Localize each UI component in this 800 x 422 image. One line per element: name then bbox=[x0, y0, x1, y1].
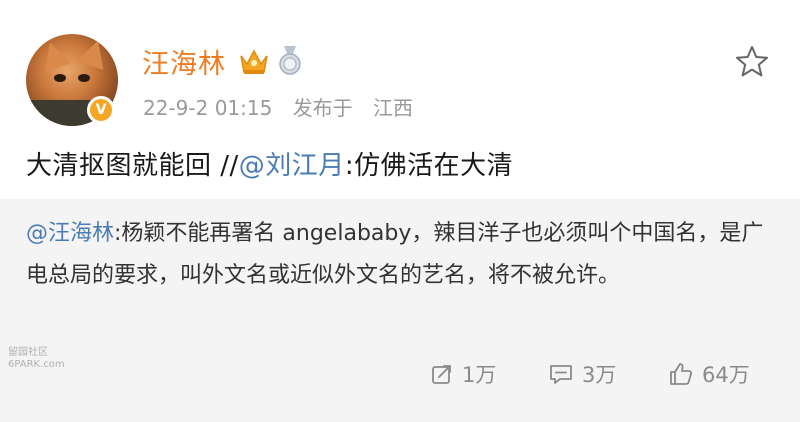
comment-count: 3万 bbox=[582, 363, 617, 387]
like-count: 64万 bbox=[702, 363, 750, 387]
post-mention-link[interactable]: @刘江月 bbox=[239, 151, 345, 181]
watermark-line2: 6PARK.com bbox=[8, 359, 65, 370]
post-location: 江西 bbox=[373, 96, 414, 120]
crown-icon bbox=[240, 49, 268, 74]
repost-icon bbox=[432, 365, 451, 384]
avatar-eye-right bbox=[78, 74, 90, 82]
comment-button[interactable]: 3万 bbox=[548, 359, 616, 389]
quoted-post[interactable]: @汪海林:杨颖不能再署名 angelababy，辣目洋子也必须叫个中国名，是广电… bbox=[0, 199, 800, 422]
post-meta: 22-9-2 01:15 发布于 江西 bbox=[143, 92, 427, 121]
like-button[interactable]: 64万 bbox=[668, 359, 750, 389]
post-text-after: :仿佛活在大清 bbox=[344, 151, 514, 181]
medal-icon bbox=[279, 46, 301, 75]
watermark-line1: 留园社区 bbox=[8, 347, 48, 358]
watermark: 留园社区 6PARK.com bbox=[8, 347, 65, 371]
quoted-mention-link[interactable]: @汪海林 bbox=[26, 221, 114, 246]
published-label: 发布于 bbox=[292, 96, 353, 120]
quoted-post-text: @汪海林:杨颖不能再署名 angelababy，辣目洋子也必须叫个中国名，是广电… bbox=[26, 213, 780, 297]
avatar-ear-right bbox=[76, 36, 112, 70]
avatar-ear-left bbox=[36, 38, 72, 72]
quoted-body: :杨颖不能再署名 angelababy，辣目洋子也必须叫个中国名，是广电总局的要… bbox=[26, 221, 764, 288]
avatar-eye-left bbox=[54, 74, 66, 82]
verified-badge-icon: V bbox=[87, 96, 115, 124]
thumbs-up-icon bbox=[670, 363, 693, 385]
repost-count: 1万 bbox=[462, 363, 497, 387]
post-text-before: 大清抠图就能回 // bbox=[26, 151, 239, 181]
comment-icon bbox=[550, 365, 572, 384]
post-content: 大清抠图就能回 //@刘江月:仿佛活在大清 bbox=[26, 145, 513, 182]
star-outline-icon[interactable] bbox=[734, 44, 770, 80]
repost-button[interactable]: 1万 bbox=[430, 359, 496, 389]
weibo-post-card: V 汪海林 22-9-2 01:15 发布于 江西 大清抠图就能回 //@刘江月… bbox=[0, 0, 800, 422]
post-timestamp: 22-9-2 01:15 bbox=[143, 96, 273, 120]
username[interactable]: 汪海林 bbox=[142, 42, 226, 81]
